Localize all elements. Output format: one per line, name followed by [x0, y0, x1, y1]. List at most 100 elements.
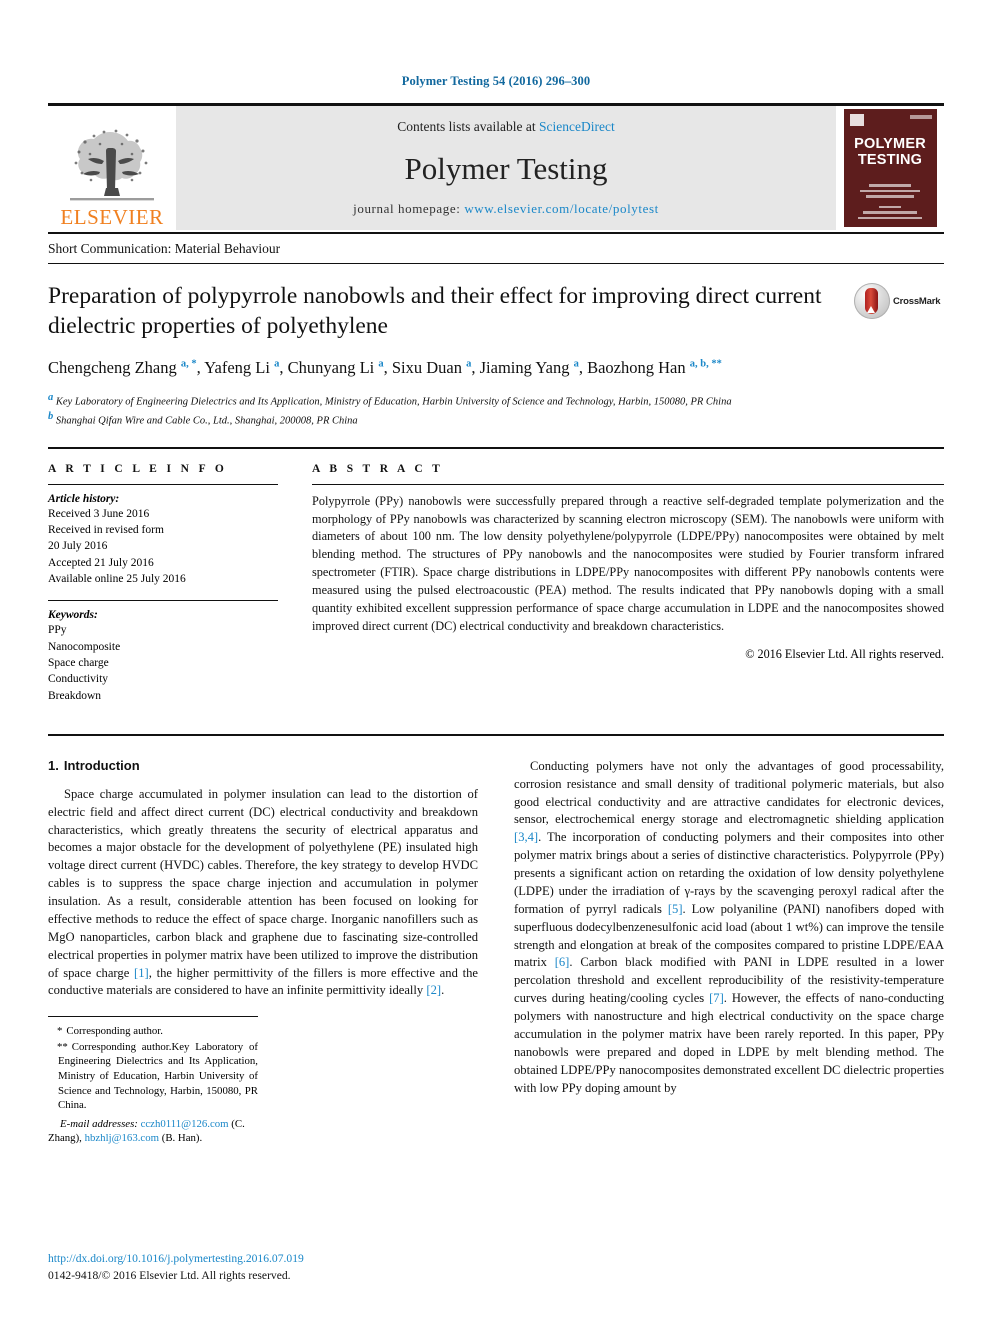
- body-left-column: 1. Introduction Space charge accumulated …: [48, 758, 478, 1146]
- footnote-mark: *: [57, 1025, 63, 1038]
- crossmark-icon: [854, 283, 890, 319]
- keywords-label: Keywords:: [48, 609, 98, 622]
- keywords-block: Keywords: PPy Nanocomposite Space charge…: [48, 600, 278, 704]
- author-name: Yafeng Li: [204, 358, 270, 378]
- author-marks: a, b, **: [689, 358, 722, 370]
- article-info-heading: A R T I C L E I N F O: [48, 462, 228, 475]
- affiliation-text: Shanghai Qifan Wire and Cable Co., Ltd.,…: [55, 415, 358, 427]
- divider: [48, 483, 278, 485]
- abstract-text: Polypyrrole (PPy) nanobowls were success…: [312, 493, 944, 633]
- email-label: E-mail addresses:: [60, 1117, 138, 1130]
- author-name: Chengcheng Zhang: [48, 358, 177, 378]
- footnotes-block: * Corresponding author. ** Corresponding a…: [48, 1016, 258, 1146]
- keyword-item: Breakdown: [48, 689, 102, 702]
- author-marks: a: [573, 358, 579, 370]
- footnote-mark: **: [57, 1040, 68, 1053]
- article-type-band: Short Communication: Material Behaviour: [48, 232, 944, 264]
- author-item: Yafeng Li a: [204, 358, 279, 377]
- article-history-item: Received in revised form: [48, 524, 164, 537]
- cover-elsevier-mark-icon: [849, 114, 864, 126]
- affiliation-list: a Key Laboratory of Engineering Dielectr…: [48, 391, 944, 429]
- crossmark-badge[interactable]: CrossMark: [854, 281, 944, 319]
- citation-ref[interactable]: [2]: [426, 983, 441, 997]
- cover-placeholder-lines: [854, 181, 927, 227]
- title-text-wrap: Preparation of polypyrrole nanobowls and…: [48, 281, 854, 341]
- footnote-text: Corresponding author.Key Laboratory of E…: [58, 1040, 258, 1112]
- author-item: Baozhong Han a, b, **: [587, 358, 722, 377]
- author-marks: a: [274, 358, 280, 370]
- title-block: Preparation of polypyrrole nanobowls and…: [48, 281, 944, 341]
- contents-prefix: Contents lists available at: [397, 119, 539, 134]
- footnote-item: ** Corresponding author.Key Laboratory of…: [48, 1040, 258, 1113]
- journal-cover-thumbnail: POLYMER TESTING: [836, 106, 944, 230]
- author-marks: a, *: [180, 358, 197, 370]
- author-name: Baozhong Han: [587, 358, 686, 378]
- cover-title-line2: TESTING: [857, 151, 923, 168]
- journal-article-page: Polymer Testing 54 (2016) 296–300 ELSEVI…: [0, 0, 992, 1323]
- article-history-label: Article history:: [48, 492, 120, 505]
- affiliation-text: Key Laboratory of Engineering Dielectric…: [55, 396, 732, 408]
- author-item: Sixu Duan a: [392, 358, 472, 377]
- divider: [312, 483, 944, 485]
- cover-title: POLYMER TESTING: [844, 136, 937, 168]
- keyword-item: Nanocomposite: [48, 640, 121, 653]
- running-head: Polymer Testing 54 (2016) 296–300: [401, 74, 591, 88]
- paragraph-part: .: [441, 983, 445, 998]
- journal-homepage-link[interactable]: www.elsevier.com/locate/polytest: [464, 201, 659, 216]
- divider: [48, 600, 278, 602]
- affiliation-item: b Shanghai Qifan Wire and Cable Co., Ltd…: [48, 410, 944, 428]
- citation-ref[interactable]: [5]: [668, 902, 683, 916]
- author-name: Jiaming Yang: [479, 358, 570, 378]
- author-item: Chengcheng Zhang a, *: [48, 358, 197, 377]
- author-item: Jiaming Yang a: [480, 358, 579, 377]
- body-right-column: Conducting polymers have not only the ad…: [514, 758, 944, 1146]
- citation-ref[interactable]: [6]: [555, 955, 570, 969]
- citation-ref[interactable]: [3,4]: [514, 830, 538, 844]
- citation-ref[interactable]: [1]: [134, 966, 149, 980]
- elsevier-logo: ELSEVIER: [48, 106, 176, 230]
- cover-title-line1: POLYMER: [854, 136, 926, 152]
- issn-copyright-line: 0142-9418/© 2016 Elsevier Ltd. All right…: [48, 1269, 291, 1283]
- article-history-item: 20 July 2016: [48, 540, 108, 553]
- footnote-item: * Corresponding author.: [48, 1024, 258, 1039]
- contents-available-line: Contents lists available at ScienceDirec…: [397, 119, 614, 135]
- abstract-copyright: © 2016 Elsevier Ltd. All rights reserved…: [745, 647, 944, 662]
- article-type-label: Short Communication: Material Behaviour: [48, 241, 281, 256]
- cover-image: POLYMER TESTING: [843, 109, 937, 227]
- affiliation-mark: a: [48, 392, 54, 404]
- elsevier-wordmark: ELSEVIER: [60, 205, 164, 229]
- homepage-prefix: journal homepage:: [353, 201, 465, 216]
- crossmark-label: CrossMark: [893, 295, 941, 307]
- author-item: Chunyang Li a: [288, 358, 384, 377]
- journal-title: Polymer Testing: [404, 150, 608, 186]
- article-history-item: Available online 25 July 2016: [48, 573, 186, 586]
- section-title-text: Introduction: [63, 757, 140, 773]
- citation-ref[interactable]: [7]: [709, 991, 724, 1005]
- cover-topright-bar: [909, 115, 932, 119]
- email-link-zhang[interactable]: cczh0111@126.com: [141, 1118, 229, 1130]
- author-marks: a: [466, 358, 472, 370]
- sciencedirect-link[interactable]: ScienceDirect: [539, 119, 615, 134]
- paragraph-part: Conducting polymers have not only the ad…: [514, 758, 944, 827]
- paragraph-part: . However, the effects of nano-conductin…: [514, 991, 945, 1095]
- paragraph: Conducting polymers have not only the ad…: [514, 758, 944, 1098]
- email-link-han[interactable]: hbzhlj@163.com: [85, 1132, 159, 1144]
- keyword-item: Conductivity: [48, 673, 109, 686]
- footnote-emails: E-mail addresses: cczh0111@126.com (C. Z…: [48, 1117, 258, 1146]
- article-history-item: Accepted 21 July 2016: [48, 556, 154, 569]
- footnote-text: Corresponding author.: [66, 1025, 163, 1038]
- affiliation-item: a Key Laboratory of Engineering Dielectr…: [48, 391, 944, 409]
- email-owner: (B. Han).: [161, 1132, 203, 1145]
- keyword-item: PPy: [48, 624, 67, 637]
- author-name: Chunyang Li: [287, 358, 375, 378]
- elsevier-tree-icon: [70, 129, 154, 201]
- article-info-column: A R T I C L E I N F O Article history: R…: [48, 463, 278, 718]
- page-title: Preparation of polypyrrole nanobowls and…: [48, 283, 822, 340]
- doi-link[interactable]: http://dx.doi.org/10.1016/j.polymertesti…: [48, 1251, 468, 1268]
- article-history-item: Received 3 June 2016: [48, 507, 150, 520]
- author-name: Sixu Duan: [391, 358, 462, 378]
- section-number: 1.: [48, 757, 59, 773]
- info-abstract-area: A R T I C L E I N F O Article history: R…: [48, 446, 944, 718]
- body-columns: 1. Introduction Space charge accumulated …: [48, 733, 944, 1146]
- banner-center: Contents lists available at ScienceDirec…: [176, 106, 836, 230]
